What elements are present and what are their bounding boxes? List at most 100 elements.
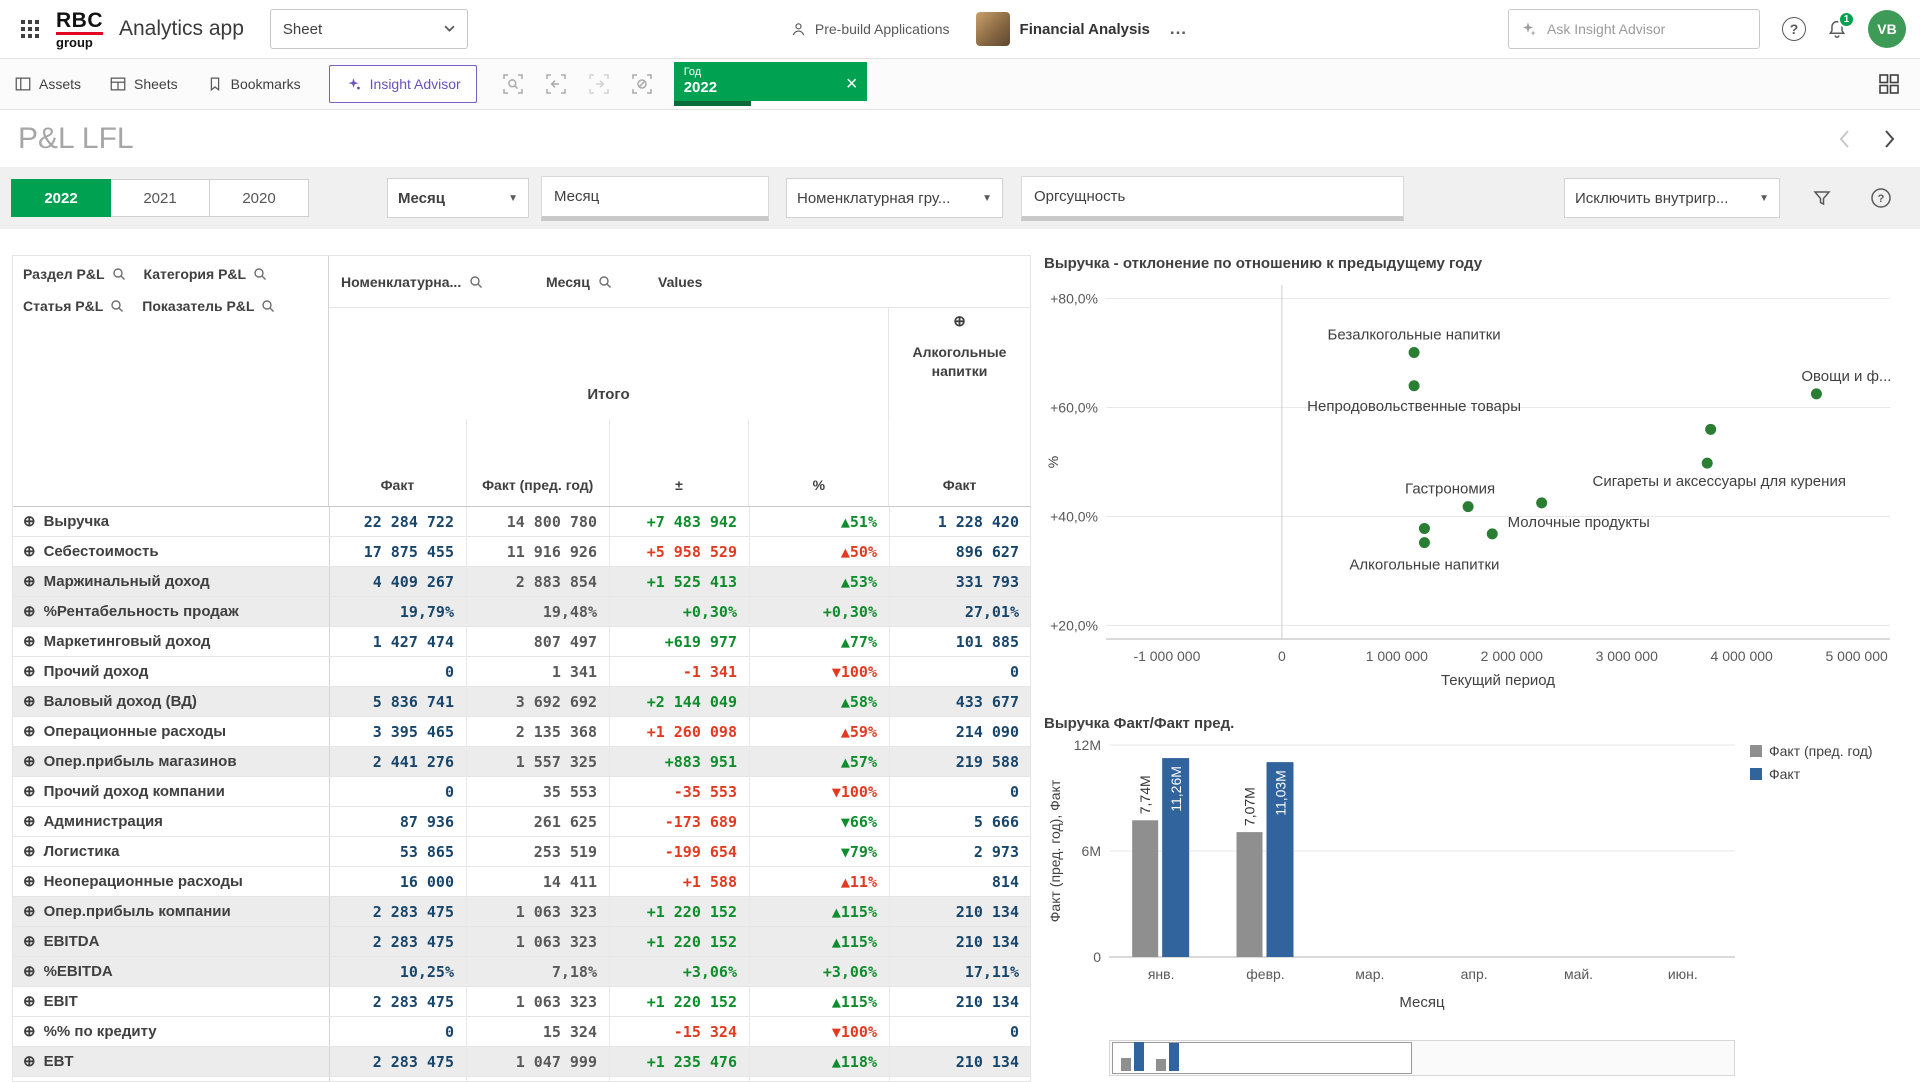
cell-fact[interactable]: 0 — [329, 777, 466, 806]
measure-header[interactable]: Факт — [888, 419, 1030, 506]
measure-header[interactable]: Факт — [329, 419, 466, 506]
search-icon[interactable] — [112, 267, 126, 281]
year-tab-2021[interactable]: 2021 — [110, 179, 210, 217]
search-icon[interactable] — [598, 275, 612, 289]
measure-header[interactable]: ± — [609, 419, 749, 506]
selection-chip-body[interactable]: Год 2022 — [674, 62, 837, 106]
scatter-point[interactable] — [1409, 347, 1420, 358]
cell-delta-percent[interactable]: ▲53% — [749, 567, 889, 596]
scatter-point[interactable] — [1705, 424, 1716, 435]
cell-fact[interactable]: 2 441 276 — [329, 747, 466, 776]
pivot-dimension-header[interactable]: Раздел P&L — [23, 266, 126, 282]
sheets-tab[interactable]: Sheets — [109, 75, 178, 93]
nomenclature-dropdown[interactable]: Номенклатурная гру... ▼ — [786, 178, 1003, 218]
pivot-dimension-header[interactable]: Статья P&L — [23, 298, 124, 314]
previous-sheet-button[interactable] — [1836, 127, 1852, 151]
expand-icon[interactable]: ⊕ — [23, 964, 36, 979]
cell-delta-percent[interactable]: ▲115% — [749, 987, 889, 1016]
cell-alcohol-fact[interactable]: 27,01% — [889, 597, 1031, 626]
cell-delta-percent[interactable]: ▲11% — [749, 867, 889, 896]
cell-delta[interactable]: -15 324 — [609, 1017, 749, 1046]
cell-delta[interactable]: +1 220 152 — [609, 897, 749, 926]
clear-selection-x-icon[interactable]: × — [837, 62, 867, 106]
row-label[interactable]: ⊕Логистика — [13, 837, 329, 866]
cell-delta[interactable]: -35 553 — [609, 777, 749, 806]
measure-header[interactable]: % — [748, 419, 888, 506]
pivot-row[interactable]: ⊕Себестоимость 17 875 455 11 916 926 +5 … — [13, 537, 1030, 567]
expand-icon[interactable]: ⊕ — [23, 1054, 36, 1069]
cell-delta-percent[interactable]: ▼100% — [749, 657, 889, 686]
expand-icon[interactable]: ⊕ — [23, 694, 36, 709]
pivot-row[interactable]: ⊕Маржинальный доход 4 409 267 2 883 854 … — [13, 567, 1030, 597]
row-label[interactable]: ⊕Администрация — [13, 807, 329, 836]
cell-delta[interactable]: +619 977 — [609, 627, 749, 656]
filter-pane-button[interactable] — [1806, 182, 1838, 214]
row-label[interactable]: ⊕EBT — [13, 1047, 329, 1076]
expand-icon[interactable]: ⊕ — [23, 814, 36, 829]
app-waffle-menu-icon[interactable] — [14, 13, 46, 45]
scatter-point[interactable] — [1487, 528, 1498, 539]
pivot-row[interactable]: ⊕Операционные расходы 3 395 465 2 135 36… — [13, 717, 1030, 747]
cell-delta-percent[interactable]: ▲115% — [749, 897, 889, 926]
cell-alcohol-fact[interactable]: 1 228 420 — [889, 507, 1031, 536]
scatter-point[interactable] — [1419, 523, 1430, 534]
cell-alcohol-fact[interactable]: 0 — [889, 777, 1031, 806]
row-label[interactable]: ⊕Валовый доход (ВД) — [13, 687, 329, 716]
cell-delta[interactable]: +5 958 529 — [609, 537, 749, 566]
bar-chart[interactable]: 06M12Mянв.7,74M11,26Mфевр.7,07M11,03Mмар… — [1044, 737, 1744, 1029]
year-tab-2020[interactable]: 2020 — [209, 179, 309, 217]
cell-delta-percent[interactable]: ▲115% — [749, 927, 889, 956]
row-label[interactable]: ⊕EBIT — [13, 987, 329, 1016]
cell-alcohol-fact[interactable]: 214 090 — [889, 717, 1031, 746]
cell-delta-percent[interactable]: ▲51% — [749, 507, 889, 536]
sheet-grid-view-button[interactable] — [1872, 67, 1906, 101]
cell-alcohol-fact[interactable]: 331 793 — [889, 567, 1031, 596]
column-header-values[interactable]: Values — [646, 274, 1030, 290]
expand-icon[interactable]: ⊕ — [23, 634, 36, 649]
measure-header[interactable]: Факт (пред. год) — [466, 419, 609, 506]
group-header-total[interactable]: Итого — [329, 308, 888, 419]
row-label[interactable]: ⊕Опер.прибыль компании — [13, 897, 329, 926]
cell-alcohol-fact[interactable]: 5 666 — [889, 807, 1031, 836]
cell-fact-prev-year[interactable]: 1 063 323 — [466, 987, 609, 1016]
expand-icon[interactable]: ⊕ — [23, 934, 36, 949]
cell-alcohol-fact[interactable]: 17,11% — [889, 957, 1031, 986]
cell-fact-prev-year[interactable]: 7,18% — [466, 957, 609, 986]
pivot-dimension-header[interactable]: Показатель P&L — [142, 298, 275, 314]
help-button[interactable]: ? — [1782, 17, 1806, 41]
pivot-row[interactable]: ⊕Выручка 22 284 722 14 800 780 +7 483 94… — [13, 507, 1030, 537]
legend-item[interactable]: Факт — [1750, 766, 1873, 782]
cell-fact-prev-year[interactable]: 261 625 — [466, 807, 609, 836]
cell-delta[interactable]: -173 689 — [609, 807, 749, 836]
pivot-row[interactable]: ⊕%EBITDA 10,25% 7,18% +3,06% +3,06% 17,1… — [13, 957, 1030, 987]
cell-alcohol-fact[interactable]: 210 134 — [889, 927, 1031, 956]
row-label[interactable]: ⊕Неоперационные расходы — [13, 867, 329, 896]
cell-alcohol-fact[interactable]: 896 627 — [889, 537, 1031, 566]
bar-prev-year[interactable] — [1237, 832, 1263, 957]
row-label[interactable]: ⊕Опер.прибыль магазинов — [13, 747, 329, 776]
cell-alcohol-fact[interactable]: 2 973 — [889, 837, 1031, 866]
pivot-row[interactable]: ⊕Логистика 53 865 253 519 -199 654 ▼79% … — [13, 837, 1030, 867]
sheet-selector-dropdown[interactable]: Sheet — [270, 9, 468, 49]
cell-alcohol-fact[interactable]: 219 588 — [889, 747, 1031, 776]
cell-fact-prev-year[interactable]: 1 557 325 — [466, 747, 609, 776]
cell-fact-prev-year[interactable]: 2 135 368 — [466, 717, 609, 746]
cell-fact[interactable]: 17 875 455 — [329, 537, 466, 566]
selections-back-button[interactable] — [542, 70, 570, 98]
cell-alcohol-fact[interactable]: 210 134 — [889, 987, 1031, 1016]
year-tab-2022[interactable]: 2022 — [11, 179, 111, 217]
cell-delta-percent[interactable]: ▲58% — [749, 687, 889, 716]
cell-alcohol-fact[interactable]: 0 — [889, 1017, 1031, 1046]
expand-icon[interactable]: ⊕ — [23, 904, 36, 919]
column-header-month[interactable]: Месяц — [534, 274, 646, 290]
pivot-row[interactable]: ⊕EBITDA 2 283 475 1 063 323 +1 220 152 ▲… — [13, 927, 1030, 957]
sheet-help-button[interactable]: ? — [1864, 181, 1898, 215]
cell-delta[interactable]: +1 588 — [609, 867, 749, 896]
exclude-intragroup-dropdown[interactable]: Исключить внутригр... ▼ — [1564, 178, 1780, 218]
cell-delta-percent[interactable]: ▼66% — [749, 807, 889, 836]
cell-fact-prev-year[interactable]: 1 063 323 — [466, 897, 609, 926]
cell-fact-prev-year[interactable]: 253 519 — [466, 837, 609, 866]
pivot-dimension-header[interactable]: Категория P&L — [144, 266, 268, 282]
cell-delta[interactable]: +7 483 942 — [609, 507, 749, 536]
cell-alcohol-fact[interactable]: 101 885 — [889, 627, 1031, 656]
